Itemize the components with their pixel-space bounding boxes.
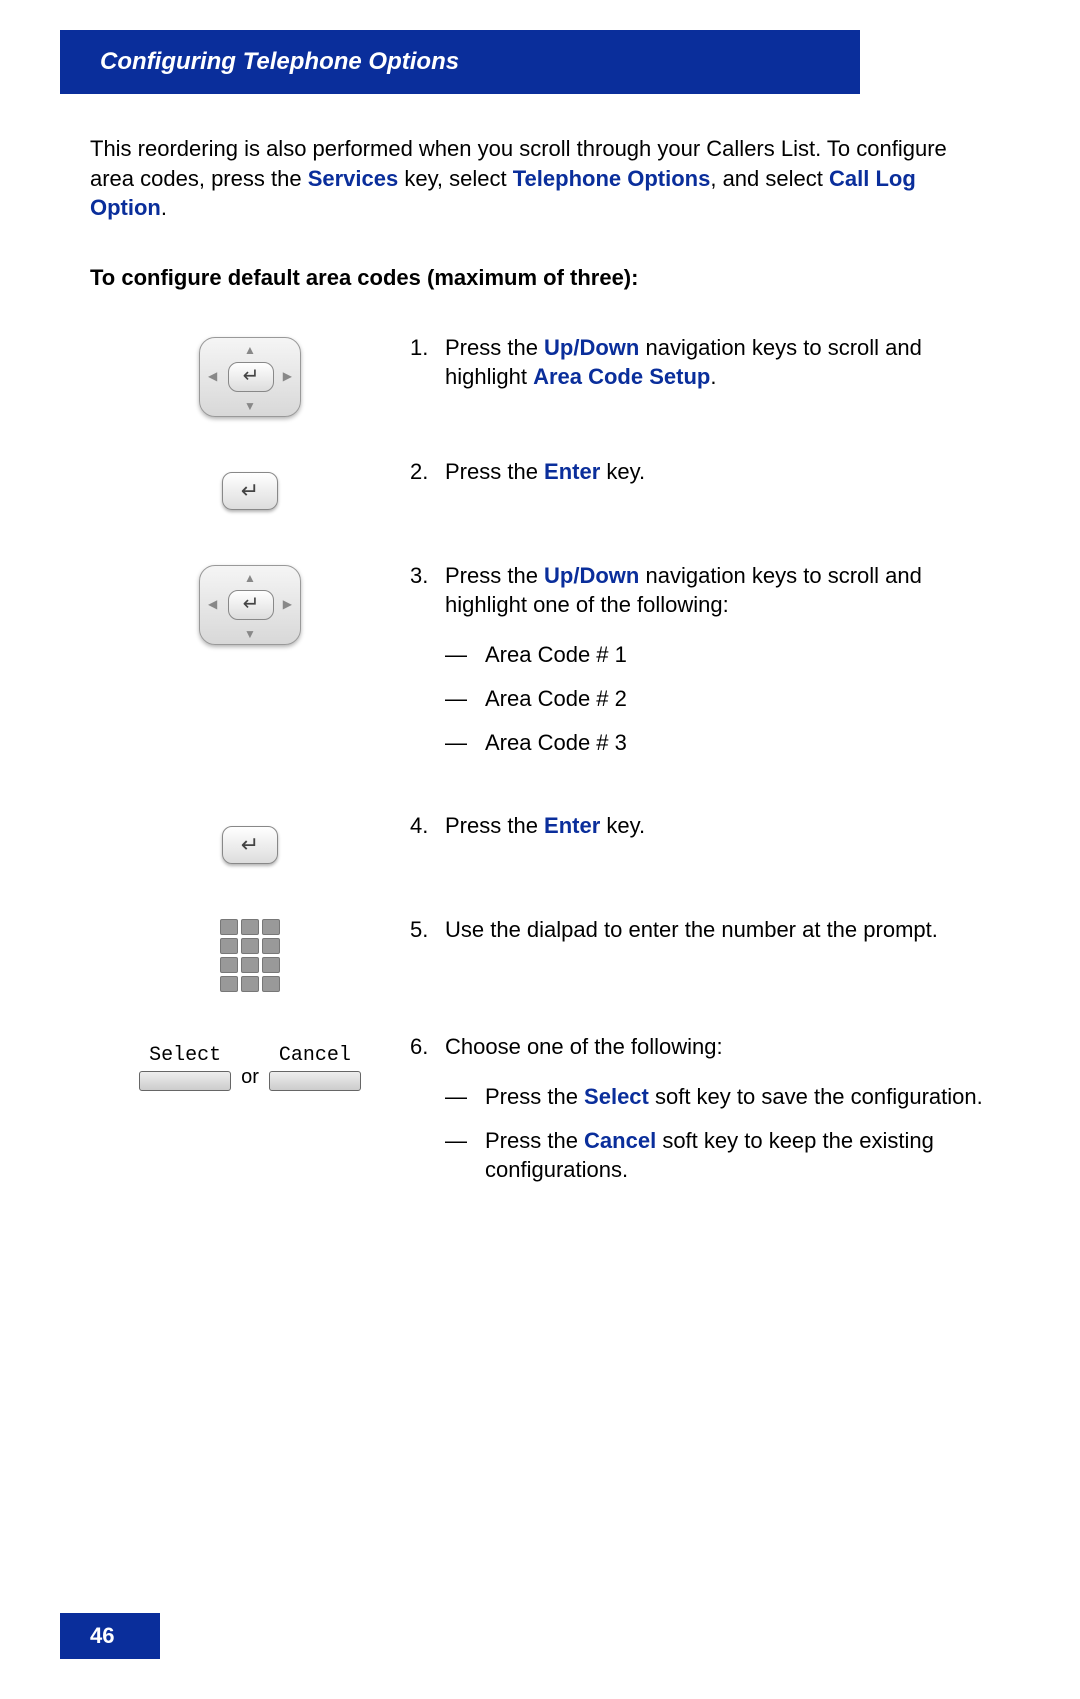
step-3: ▲ ▼ ◀ ▶ ↵ 3. Press the Up/Down navigatio… xyxy=(90,561,990,771)
select-softkey: Select xyxy=(139,1042,231,1091)
option-area-code-3: Area Code # 3 xyxy=(485,728,627,758)
telephone-options-link: Telephone Options xyxy=(513,166,711,191)
step-text: Press the Enter key. xyxy=(445,457,990,487)
step-number: 4. xyxy=(410,811,445,841)
area-code-setup-link: Area Code Setup xyxy=(533,364,710,389)
dpad-icon: ▲ ▼ ◀ ▶ ↵ xyxy=(90,561,410,645)
section-heading: To configure default area codes (maximum… xyxy=(90,263,990,293)
step-1: ▲ ▼ ◀ ▶ ↵ 1. Press the Up/Down navigatio… xyxy=(90,333,990,417)
cancel-link: Cancel xyxy=(584,1128,656,1153)
page-title: Configuring Telephone Options xyxy=(60,30,860,94)
option-area-code-2: Area Code # 2 xyxy=(485,684,627,714)
enter-link: Enter xyxy=(544,459,600,484)
step-number: 3. xyxy=(410,561,445,771)
intro-text: . xyxy=(161,195,167,220)
step-text: Press the Up/Down navigation keys to scr… xyxy=(445,333,990,392)
document-page: Configuring Telephone Options This reord… xyxy=(0,30,1080,1699)
step-number: 5. xyxy=(410,915,445,945)
dpad-icon: ▲ ▼ ◀ ▶ ↵ xyxy=(90,333,410,417)
step-4: ↵ 4. Press the Enter key. xyxy=(90,811,990,875)
step-5: 5. Use the dialpad to enter the number a… xyxy=(90,915,990,992)
intro-text: , and select xyxy=(710,166,829,191)
option-area-code-1: Area Code # 1 xyxy=(485,640,627,670)
step-number: 1. xyxy=(410,333,445,392)
up-down-link: Up/Down xyxy=(544,335,639,360)
intro-text: key, select xyxy=(398,166,513,191)
enter-key-icon: ↵ xyxy=(90,811,410,875)
cancel-softkey: Cancel xyxy=(269,1042,361,1091)
softkey-icons: Select or Cancel xyxy=(90,1032,410,1096)
step-text: Press the Enter key. xyxy=(445,811,990,841)
enter-key-icon: ↵ xyxy=(90,457,410,521)
enter-link: Enter xyxy=(544,813,600,838)
step-6: Select or Cancel 6. Choose one of the fo… xyxy=(90,1032,990,1199)
content-area: This reordering is also performed when y… xyxy=(0,94,1080,1199)
page-number: 46 xyxy=(60,1613,160,1659)
step-2: ↵ 2. Press the Enter key. xyxy=(90,457,990,521)
step-number: 2. xyxy=(410,457,445,487)
step-text: Use the dialpad to enter the number at t… xyxy=(445,915,990,945)
services-link: Services xyxy=(308,166,399,191)
step-text: Choose one of the following: —Press the … xyxy=(445,1032,990,1199)
up-down-link: Up/Down xyxy=(544,563,639,588)
or-text: or xyxy=(241,1064,259,1091)
step-number: 6. xyxy=(410,1032,445,1199)
select-link: Select xyxy=(584,1084,649,1109)
dialpad-icon xyxy=(90,915,410,992)
intro-paragraph: This reordering is also performed when y… xyxy=(90,134,990,223)
step-text: Press the Up/Down navigation keys to scr… xyxy=(445,561,990,771)
